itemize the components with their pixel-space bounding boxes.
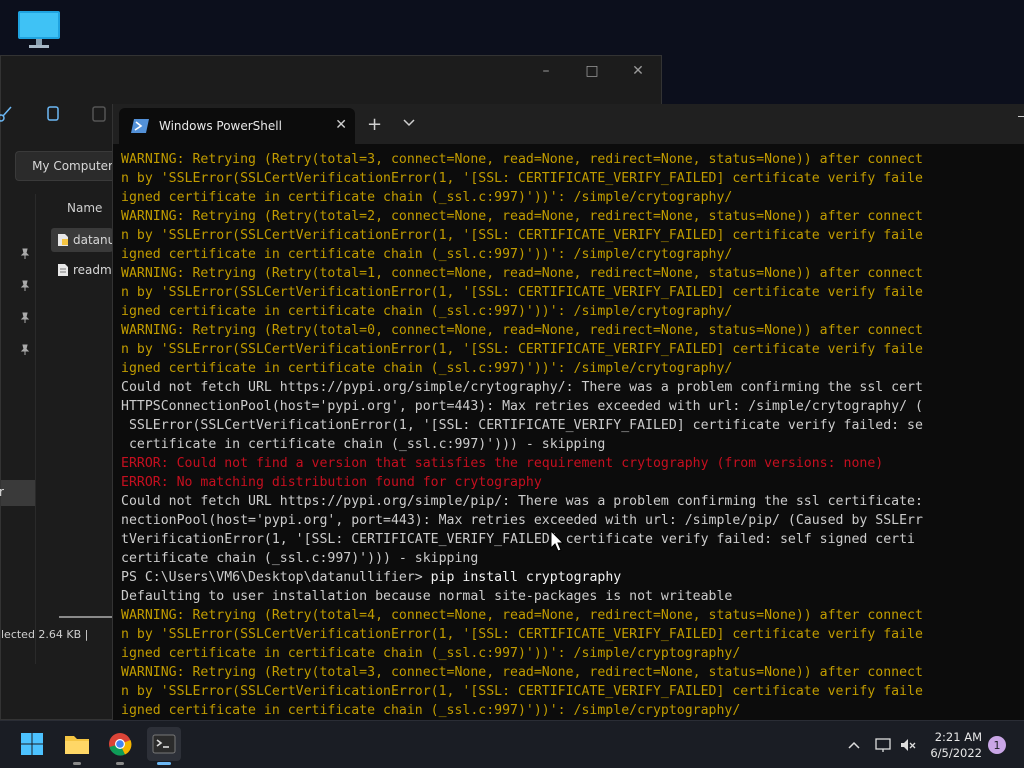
terminal-tab-powershell[interactable]: Windows PowerShell ✕ (119, 108, 355, 144)
pin-icon[interactable] (19, 280, 31, 292)
terminal-line: certificate in certificate chain (_ssl.c… (121, 437, 606, 452)
terminal-line: nectionPool(host='pypi.org', port=443): … (121, 513, 923, 528)
running-indicator (157, 762, 171, 765)
cut-icon[interactable] (0, 104, 15, 124)
terminal-tab-bar: Windows PowerShell ✕ + (113, 104, 1024, 144)
new-tab-button[interactable]: + (367, 114, 382, 135)
terminal-line: n by 'SSLError(SSLCertVerificationError(… (121, 684, 923, 699)
column-header-name[interactable]: Name (67, 201, 102, 215)
maximize-button[interactable]: □ (569, 56, 615, 86)
terminal-line: igned certificate in certificate chain (… (121, 361, 733, 376)
terminal-line: ERROR: Could not find a version that sat… (121, 456, 884, 471)
explorer-toolbar (0, 96, 113, 132)
terminal-line: HTTPSConnectionPool(host='pypi.org', por… (121, 399, 923, 414)
terminal-line: n by 'SSLError(SSLCertVerificationError(… (121, 228, 923, 243)
pin-icon[interactable] (19, 312, 31, 324)
tab-title: Windows PowerShell (159, 119, 282, 133)
terminal-line: WARNING: Retrying (Retry(total=3, connec… (121, 665, 923, 680)
terminal-line: WARNING: Retrying (Retry(total=2, connec… (121, 209, 923, 224)
file-item-datanullifier[interactable]: datanullifier (51, 228, 113, 252)
terminal-line: igned certificate in certificate chain (… (121, 190, 733, 205)
close-tab-icon[interactable]: ✕ (335, 117, 347, 133)
powershell-icon (131, 119, 149, 133)
clock-time: 2:21 AM (934, 730, 982, 744)
status-bar-text: lected 2.64 KB | (1, 628, 89, 641)
start-button[interactable] (15, 727, 49, 761)
script-file-icon (58, 234, 68, 246)
volume-muted-icon[interactable] (900, 737, 916, 753)
terminal-line: n by 'SSLError(SSLCertVerificationError(… (121, 171, 923, 186)
terminal-line: igned certificate in certificate chain (… (121, 304, 733, 319)
command-text: pip install cryptography (430, 570, 622, 585)
chevron-up-icon[interactable] (846, 737, 862, 753)
terminal-line: WARNING: Retrying (Retry(total=1, connec… (121, 266, 923, 281)
file-explorer-icon (65, 736, 89, 754)
terminal-icon (152, 734, 176, 754)
pin-icon[interactable] (19, 344, 31, 356)
mouse-cursor-icon (550, 530, 564, 552)
paste-icon[interactable] (89, 104, 109, 124)
text-file-icon (58, 264, 68, 276)
file-name: datanullifier (73, 233, 113, 247)
taskbar-terminal[interactable] (147, 727, 181, 765)
terminal-line: WARNING: Retrying (Retry(total=4, connec… (121, 608, 923, 623)
powershell-terminal-window[interactable]: Windows PowerShell ✕ + WARNING: Retrying… (112, 104, 1024, 720)
taskbar: 2:21 AM 6/5/2022 1 (0, 720, 1024, 768)
close-button[interactable]: ✕ (615, 56, 661, 86)
terminal-line: certificate chain (_ssl.c:997)'))) - ski… (121, 551, 479, 566)
network-icon[interactable] (875, 737, 891, 753)
copy-icon[interactable] (43, 104, 63, 124)
nav-selected-item[interactable]: r (0, 480, 35, 506)
horizontal-scrollbar[interactable] (59, 616, 113, 618)
windows-start-icon (21, 733, 43, 755)
file-item-readme[interactable]: readme (51, 258, 113, 282)
terminal-line: ERROR: No matching distribution found fo… (121, 475, 542, 490)
running-indicator (73, 762, 81, 765)
clock-date: 6/5/2022 (930, 746, 982, 760)
terminal-line: n by 'SSLError(SSLCertVerificationError(… (121, 342, 923, 357)
clock[interactable]: 2:21 AM 6/5/2022 (930, 729, 982, 761)
terminal-line: Could not fetch URL https://pypi.org/sim… (121, 494, 923, 509)
terminal-line: n by 'SSLError(SSLCertVerificationError(… (121, 627, 923, 642)
chrome-icon (109, 733, 132, 756)
terminal-line: WARNING: Retrying (Retry(total=0, connec… (121, 323, 923, 338)
address-bar[interactable]: My Computer (15, 151, 113, 181)
this-pc-desktop-icon[interactable] (16, 10, 62, 50)
taskbar-file-explorer[interactable] (60, 727, 94, 765)
address-text: My Computer (32, 159, 113, 173)
terminal-line: tVerificationError(1, '[SSL: CERTIFICATE… (121, 532, 915, 547)
terminal-line: PS C:\Users\VM6\Desktop\datanullifier> p… (121, 568, 1024, 587)
prompt: PS C:\Users\VM6\Desktop\datanullifier> (121, 570, 431, 585)
terminal-minimize-button[interactable] (1018, 116, 1024, 117)
running-indicator (116, 762, 124, 765)
terminal-line: Defaulting to user installation because … (121, 589, 733, 604)
terminal-line: igned certificate in certificate chain (… (121, 703, 741, 718)
taskbar-chrome[interactable] (103, 727, 137, 765)
terminal-line: igned certificate in certificate chain (… (121, 646, 741, 661)
notification-badge[interactable]: 1 (988, 736, 1006, 754)
explorer-window-controls: – □ ✕ (523, 56, 661, 86)
terminal-line: n by 'SSLError(SSLCertVerificationError(… (121, 285, 923, 300)
terminal-line: Could not fetch URL https://pypi.org/sim… (121, 380, 923, 395)
file-name: readme (73, 263, 113, 277)
navigation-pane: r (0, 194, 36, 664)
terminal-line: igned certificate in certificate chain (… (121, 247, 733, 262)
terminal-output[interactable]: WARNING: Retrying (Retry(total=3, connec… (121, 150, 1024, 720)
terminal-line: WARNING: Retrying (Retry(total=3, connec… (121, 152, 923, 167)
terminal-line: SSLError(SSLCertVerificationError(1, '[S… (121, 418, 923, 433)
pin-icon[interactable] (19, 248, 31, 260)
minimize-button[interactable]: – (523, 56, 569, 86)
dropdown-chevron-icon[interactable] (403, 116, 415, 130)
